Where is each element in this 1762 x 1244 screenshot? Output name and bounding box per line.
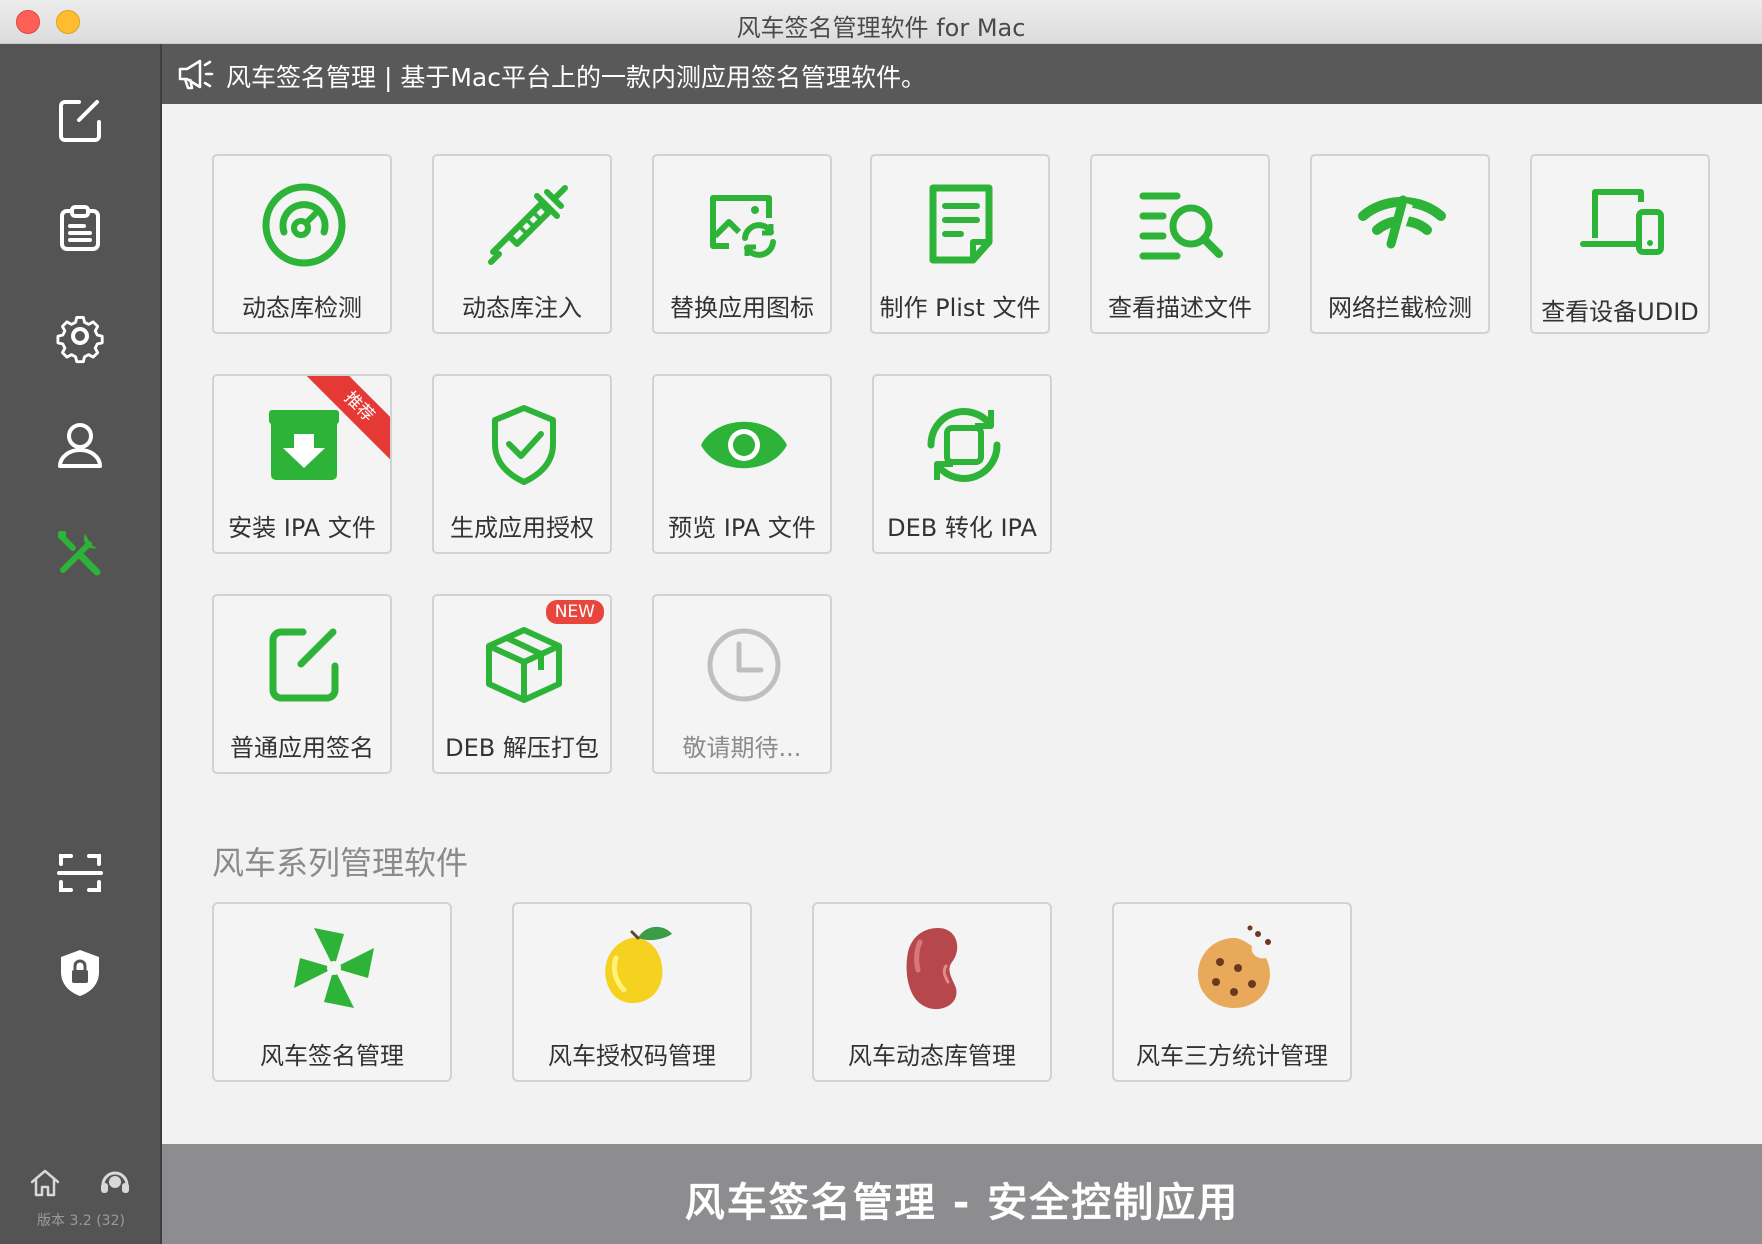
tool-label: 敬请期待... (682, 734, 802, 762)
devices-icon (1580, 189, 1664, 255)
sidebar-item-security[interactable] (51, 944, 109, 1002)
tool-view-profile[interactable]: 查看描述文件 (1090, 154, 1270, 334)
wifi-cut-icon (1358, 195, 1446, 249)
footer-slogan: 风车签名管理 - 安全控制应用 (684, 1180, 1240, 1226)
home-button[interactable] (28, 1166, 62, 1200)
tool-network-intercept[interactable]: 网络拦截检测 (1310, 154, 1490, 334)
app-card-stats-manager[interactable]: 风车三方统计管理 (1112, 902, 1352, 1082)
tool-install-ipa[interactable]: 推荐 安装 IPA 文件 (212, 374, 392, 554)
megaphone-icon (178, 59, 214, 90)
tool-dylib-inject[interactable]: 动态库注入 (432, 154, 612, 334)
app-card-sign-manager[interactable]: 风车签名管理 (212, 902, 452, 1082)
shield-check-icon (492, 405, 556, 485)
headset-icon (101, 1171, 129, 1193)
image-swap-icon (710, 195, 776, 258)
lemon-icon (605, 926, 672, 1004)
app-card-label: 风车签名管理 (260, 1042, 404, 1070)
tool-deb-unpack[interactable]: NEW DEB 解压打包 (432, 594, 612, 774)
edit-icon (59, 100, 101, 142)
tool-replace-icon[interactable]: 替换应用图标 (652, 154, 832, 334)
sidebar: 版本 3.2 (32) (0, 44, 162, 1244)
window-title: 风车签名管理软件 for Mac (736, 14, 1026, 42)
package-icon (486, 627, 562, 703)
tool-label: 生成应用授权 (450, 514, 594, 542)
user-icon (58, 423, 102, 468)
tool-preview-ipa[interactable]: 预览 IPA 文件 (652, 374, 832, 554)
tool-normal-sign[interactable]: 普通应用签名 (212, 594, 392, 774)
tool-make-plist[interactable]: 制作 Plist 文件 (870, 154, 1050, 334)
title-bar: 风车签名管理软件 for Mac (0, 0, 1762, 44)
app-card-label: 风车授权码管理 (548, 1042, 716, 1070)
announcement-bar: 风车签名管理 | 基于Mac平台上的一款内测应用签名管理软件。 (162, 44, 1762, 104)
tool-label: 制作 Plist 文件 (879, 294, 1041, 322)
app-card-auth-code[interactable]: 风车授权码管理 (512, 902, 752, 1082)
sidebar-item-tools[interactable] (51, 524, 109, 582)
scan-icon (57, 854, 103, 892)
home-icon (30, 1169, 60, 1197)
tool-deb-to-ipa[interactable]: DEB 转化 IPA (872, 374, 1052, 554)
cookie-icon (1198, 925, 1271, 1008)
sign-edit-icon (269, 628, 339, 702)
tool-generate-auth[interactable]: 生成应用授权 (432, 374, 612, 554)
gear-icon (56, 315, 104, 364)
version-label: 版本 3.2 (32) (37, 1213, 125, 1229)
series-section-title: 风车系列管理软件 (212, 844, 469, 882)
tool-label: 网络拦截检测 (1328, 294, 1472, 322)
app-card-label: 风车动态库管理 (848, 1042, 1016, 1070)
pinwheel-icon (294, 928, 374, 1008)
sidebar-item-account[interactable] (51, 416, 109, 474)
tool-label: DEB 解压打包 (445, 734, 599, 762)
sidebar-item-settings[interactable] (51, 308, 109, 366)
tool-label: 预览 IPA 文件 (668, 514, 816, 542)
sidebar-item-scan[interactable] (51, 844, 109, 902)
app-card-label: 风车三方统计管理 (1136, 1042, 1328, 1070)
tool-label: 动态库注入 (462, 294, 582, 322)
syringe-icon (488, 185, 568, 265)
gauge-icon (262, 183, 346, 267)
list-search-icon (1139, 192, 1223, 260)
support-button[interactable] (98, 1166, 132, 1200)
eye-icon (701, 421, 787, 469)
clipboard-icon (60, 205, 100, 251)
install-box-icon (269, 410, 339, 480)
shield-lock-icon (61, 950, 99, 996)
app-card-dylib-manager[interactable]: 风车动态库管理 (812, 902, 1052, 1082)
tool-label: 动态库检测 (242, 294, 362, 322)
app-window: 风车签名管理软件 for Mac 版本 3.2 (32) 风车签名管理 | 基于… (0, 0, 1762, 1244)
tool-label: 安装 IPA 文件 (228, 514, 376, 542)
tools-icon (58, 531, 101, 576)
tool-device-udid[interactable]: 查看设备UDID (1530, 154, 1710, 334)
document-icon (929, 184, 993, 264)
bean-icon (906, 928, 958, 1010)
sidebar-item-records[interactable] (51, 200, 109, 258)
tool-label: 查看设备UDID (1541, 298, 1699, 326)
tool-label: 替换应用图标 (670, 294, 814, 322)
convert-icon (927, 408, 1001, 482)
new-badge: NEW (545, 600, 604, 624)
tool-label: 查看描述文件 (1108, 294, 1252, 322)
sidebar-item-sign[interactable] (51, 92, 109, 150)
footer-banner: 风车签名管理 - 安全控制应用 (162, 1144, 1762, 1244)
tool-label: 普通应用签名 (230, 734, 374, 762)
announcement-text: 风车签名管理 | 基于Mac平台上的一款内测应用签名管理软件。 (226, 63, 926, 92)
tool-dylib-detect[interactable]: 动态库检测 (212, 154, 392, 334)
tool-coming-soon: 敬请期待... (652, 594, 832, 774)
clock-icon (707, 628, 781, 702)
tool-label: DEB 转化 IPA (887, 514, 1037, 542)
